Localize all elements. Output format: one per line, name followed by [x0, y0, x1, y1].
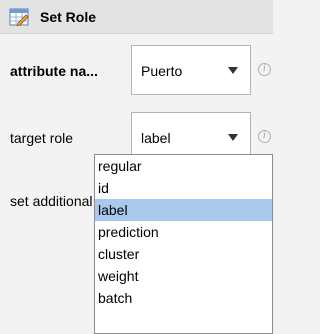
chevron-down-icon: [228, 67, 238, 74]
info-icon[interactable]: i: [258, 63, 271, 76]
target-role-value: label: [141, 130, 171, 146]
target-role-dropdown-list[interactable]: regular id label prediction cluster weig…: [94, 154, 273, 334]
attribute-name-select[interactable]: Puerto: [131, 45, 251, 95]
dropdown-option-weight[interactable]: weight: [95, 265, 272, 287]
set-additional-roles-label: set additional roles: [10, 193, 95, 209]
attribute-name-value: Puerto: [141, 63, 183, 79]
panel-title: Set Role: [40, 9, 97, 25]
dropdown-option-prediction[interactable]: prediction: [95, 221, 272, 243]
dropdown-option-cluster[interactable]: cluster: [95, 243, 272, 265]
dropdown-option-id[interactable]: id: [95, 177, 272, 199]
chevron-down-icon: [228, 134, 238, 141]
info-icon[interactable]: i: [258, 130, 271, 143]
target-role-label: target role: [10, 130, 74, 146]
dropdown-option-regular[interactable]: regular: [95, 155, 272, 177]
attribute-name-label: attribute na...: [10, 63, 98, 79]
dropdown-option-batch[interactable]: batch: [95, 287, 272, 309]
panel-header: Set Role: [0, 0, 273, 34]
set-role-icon: [9, 8, 29, 26]
dropdown-option-label[interactable]: label: [95, 199, 272, 221]
